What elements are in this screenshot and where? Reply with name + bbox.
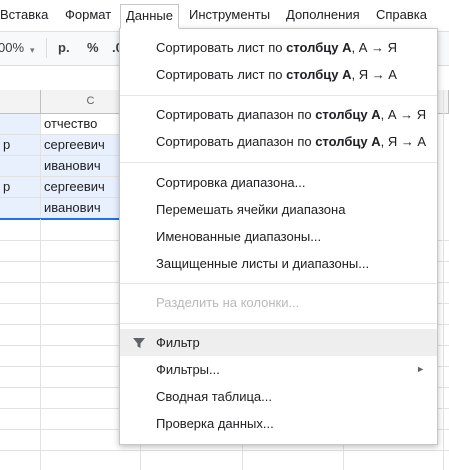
sort-range-z-a[interactable]: Сортировать диапазон по столбцу A, Я → А [120,128,437,155]
sort-range-az-suffix: , А → Я [380,107,427,122]
menu-addons[interactable]: Дополнения [281,5,365,25]
currency-format-button[interactable]: р. [58,40,70,56]
toolbar-divider [46,38,47,58]
sort-range-za-suffix: , Я → А [380,134,427,149]
menu-bar: Вставка Формат Данные Инструменты Дополн… [0,0,449,31]
grid-col-line [443,90,444,470]
menu-separator [120,323,437,324]
percent-format-button[interactable]: % [87,40,99,56]
filter-label: Фильтр [156,335,200,350]
menu-insert[interactable]: Вставка [0,5,53,25]
menu-separator [120,162,437,163]
cell-b2[interactable] [0,114,41,135]
zoom-select[interactable]: 00% [0,40,24,56]
cell-b6[interactable] [0,198,41,219]
sort-range-az-column: столбцу A [315,107,381,122]
menu-tools[interactable]: Инструменты [184,5,275,25]
sort-range-za-prefix: Сортировать диапазон по [156,134,316,149]
menu-data[interactable]: Данные [120,4,179,29]
menu-help[interactable]: Справка [371,5,432,25]
menu-format[interactable]: Формат [60,5,116,25]
cell-b4[interactable] [0,156,41,177]
sort-sheet-az-column: столбцу A [286,40,352,55]
sort-sheet-za-prefix: Сортировать лист по [156,67,287,82]
sort-range-az-prefix: Сортировать диапазон по [156,107,316,122]
selection-border [0,218,119,220]
sort-sheet-a-z[interactable]: Сортировать лист по столбцу A, А → Я [120,34,437,61]
filters-label: Фильтры... [156,362,220,377]
zoom-dropdown-icon[interactable]: ▾ [30,42,35,58]
sort-range-a-z[interactable]: Сортировать диапазон по столбцу A, А → Я [120,101,437,128]
grid-col-line [40,219,41,470]
split-to-columns: Разделить на колонки... [156,295,300,310]
cell-b5[interactable]: р [0,177,41,198]
data-validation[interactable]: Проверка данных... [120,410,437,437]
filter-item[interactable]: Фильтр [120,329,437,356]
protected-sheets-ranges[interactable]: Защищенные листы и диапазоны... [120,250,437,277]
grid-row-line [0,450,449,451]
sort-sheet-z-a[interactable]: Сортировать лист по столбцу A, Я → А [120,61,437,88]
menu-separator [120,95,437,96]
sort-sheet-za-suffix: , Я → А [351,67,397,82]
shuffle-range[interactable]: Перемешать ячейки диапазона [120,196,437,223]
named-ranges[interactable]: Именованные диапазоны... [120,223,437,250]
sort-sheet-za-column: столбцу A [286,67,352,82]
data-menu-dropdown: Сортировать лист по столбцу A, А → Я Сор… [119,28,438,445]
filters-submenu[interactable]: Фильтры... ► [120,356,437,383]
sort-range-za-column: столбцу A [315,134,381,149]
sort-sheet-az-prefix: Сортировать лист по [156,40,287,55]
menu-separator [120,283,437,284]
sort-sheet-az-suffix: , А → Я [351,40,397,55]
pivot-table[interactable]: Сводная таблица... [120,383,437,410]
cell-b3[interactable]: р [0,135,41,156]
filter-icon [133,338,145,348]
sort-range-dialog[interactable]: Сортировка диапазона... [120,169,437,196]
column-header-b[interactable] [0,90,41,114]
submenu-arrow-icon: ► [416,364,425,374]
